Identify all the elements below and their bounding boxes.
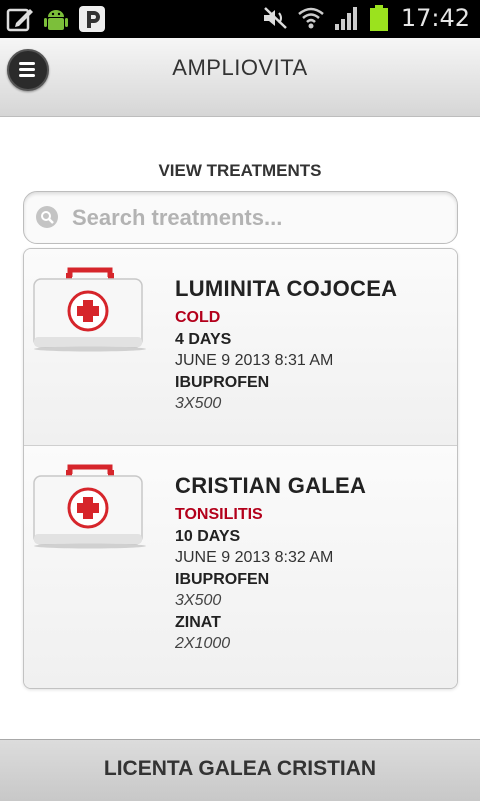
- treatment-item[interactable]: CRISTIAN GALEA TONSILITIS 10 DAYS JUNE 9…: [24, 446, 457, 688]
- medication-dose: 3X500: [175, 592, 222, 609]
- search-icon: [36, 206, 58, 228]
- status-time: 17:42: [400, 4, 470, 32]
- search-bar: [23, 191, 458, 244]
- duration: 4 DAYS: [175, 331, 232, 348]
- medication-name: IBUPROFEN: [175, 374, 270, 391]
- wifi-icon: [297, 4, 325, 32]
- first-aid-kit-icon: [33, 267, 146, 352]
- patient-name: CRISTIAN GALEA: [175, 473, 367, 498]
- app-title: AMPLIOVITA: [172, 55, 308, 80]
- medication-dose: 3X500: [175, 395, 222, 412]
- edit-icon: [6, 5, 34, 33]
- app-header: AMPLIOVITA: [0, 38, 480, 117]
- android-icon: [42, 5, 70, 33]
- page-title: VIEW TREATMENTS: [158, 161, 322, 180]
- footer-bar: LICENTA GALEA CRISTIAN: [0, 739, 480, 801]
- p-app-icon: [78, 5, 106, 33]
- search-input[interactable]: [70, 200, 444, 236]
- medication-name: ZINAT: [175, 614, 221, 631]
- treatment-item[interactable]: LUMINITA COJOCEA COLD 4 DAYS JUNE 9 2013…: [24, 249, 457, 446]
- signal-icon: [333, 4, 361, 32]
- status-bar: 17:42: [0, 0, 480, 38]
- diagnosis: TONSILITIS: [175, 506, 263, 523]
- notification-icons: [6, 5, 106, 33]
- footer-text: LICENTA GALEA CRISTIAN: [103, 757, 377, 780]
- system-icons: 17:42: [261, 4, 470, 32]
- treatment-details: LUMINITA COJOCEA COLD 4 DAYS JUNE 9 2013…: [175, 276, 397, 417]
- battery-icon: [369, 4, 389, 32]
- diagnosis: COLD: [175, 309, 221, 326]
- treatment-details: CRISTIAN GALEA TONSILITIS 10 DAYS JUNE 9…: [175, 473, 366, 657]
- treatment-date: JUNE 9 2013 8:31 AM: [175, 352, 334, 369]
- duration: 10 DAYS: [175, 528, 241, 545]
- medication-name: IBUPROFEN: [175, 571, 270, 588]
- patient-name: LUMINITA COJOCEA: [175, 276, 398, 301]
- treatment-list: LUMINITA COJOCEA COLD 4 DAYS JUNE 9 2013…: [23, 248, 458, 689]
- medication-dose: 2X1000: [175, 635, 231, 652]
- mute-icon: [261, 4, 289, 32]
- treatment-date: JUNE 9 2013 8:32 AM: [175, 549, 334, 566]
- first-aid-kit-icon: [33, 464, 146, 549]
